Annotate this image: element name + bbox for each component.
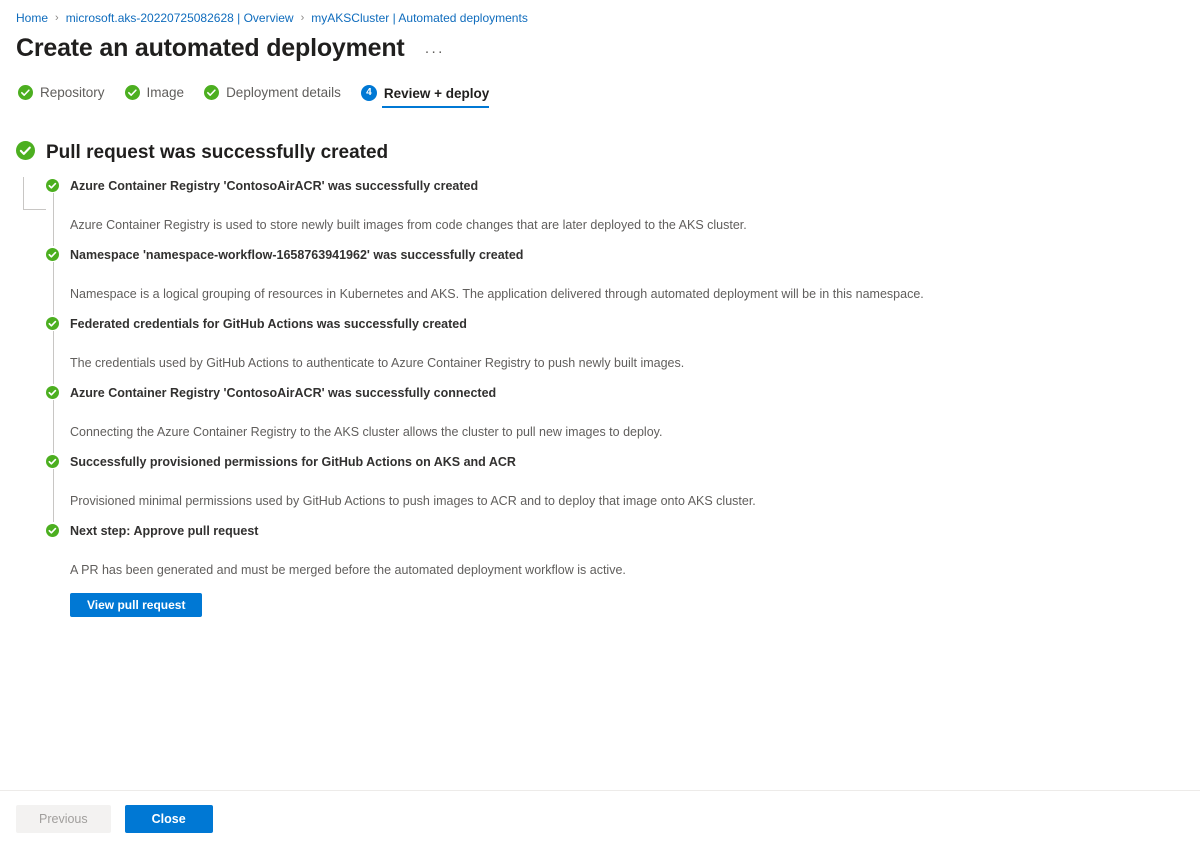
tree-spine: [53, 400, 54, 453]
breadcrumb-item-overview[interactable]: microsoft.aks-20220725082628 | Overview: [66, 10, 294, 26]
tree-spine: [53, 262, 54, 315]
result-item-description: A PR has been generated and must be merg…: [70, 563, 626, 577]
breadcrumb-separator: ›: [300, 11, 305, 24]
results-list: Azure Container Registry 'ContosoAirACR'…: [16, 177, 1200, 629]
breadcrumb: Home › microsoft.aks-20220725082628 | Ov…: [0, 0, 1200, 26]
result-item-title: Next step: Approve pull request: [70, 524, 259, 538]
check-circle-icon: [46, 524, 59, 542]
result-item-title: Namespace 'namespace-workflow-1658763941…: [70, 248, 524, 262]
breadcrumb-item-home[interactable]: Home: [16, 10, 48, 26]
result-item: Azure Container Registry 'ContosoAirACR'…: [46, 177, 1200, 246]
view-pull-request-button[interactable]: View pull request: [70, 593, 203, 617]
results-tree: Azure Container Registry 'ContosoAirACR'…: [0, 177, 1200, 629]
result-item-description: Namespace is a logical grouping of resou…: [70, 287, 924, 301]
check-circle-icon: [16, 141, 35, 165]
tree-spine: [53, 331, 54, 384]
tab-deployment-details[interactable]: Deployment details: [204, 85, 341, 107]
check-circle-icon: [46, 455, 59, 473]
result-item-title: Azure Container Registry 'ContosoAirACR'…: [70, 386, 497, 400]
tab-label: Review + deploy: [383, 85, 490, 101]
step-number-badge: 4: [360, 85, 377, 101]
page-title: Create an automated deployment: [16, 34, 405, 62]
previous-button[interactable]: Previous: [16, 805, 111, 833]
check-circle-icon: [204, 85, 220, 100]
check-circle-icon: [46, 179, 59, 197]
success-heading: Pull request was successfully created: [46, 142, 389, 163]
check-circle-icon: [18, 85, 33, 100]
result-item-title: Azure Container Registry 'ContosoAirACR'…: [70, 179, 479, 193]
breadcrumb-item-automated-deployments[interactable]: myAKSCluster | Automated deployments: [311, 10, 528, 26]
result-item-description: The credentials used by GitHub Actions t…: [70, 356, 685, 370]
tab-review-deploy[interactable]: 4 Review + deploy: [360, 85, 490, 108]
tab-label: Repository: [40, 85, 105, 100]
close-button[interactable]: Close: [124, 805, 213, 833]
result-item-title: Successfully provisioned permissions for…: [70, 455, 516, 469]
result-item: Federated credentials for GitHub Actions…: [46, 315, 1200, 384]
result-item: Namespace 'namespace-workflow-1658763941…: [46, 246, 1200, 315]
result-item-description: Azure Container Registry is used to stor…: [70, 218, 747, 232]
tree-spine: [53, 469, 54, 522]
breadcrumb-separator: ›: [55, 11, 59, 24]
result-item-next-step: Next step: Approve pull request A PR has…: [46, 522, 1200, 629]
result-item: Successfully provisioned permissions for…: [46, 453, 1200, 522]
title-row: Create an automated deployment ···: [0, 26, 1200, 64]
check-circle-icon: [46, 248, 59, 266]
success-header: Pull request was successfully created: [0, 141, 1200, 165]
check-circle-icon: [46, 317, 59, 335]
wizard-footer: Previous Close: [0, 790, 1200, 847]
wizard-tabs: Repository Image Deployment details 4 Re…: [0, 85, 1200, 119]
step-number: 4: [360, 85, 377, 101]
check-circle-icon: [124, 85, 140, 100]
tab-image[interactable]: Image: [124, 85, 185, 107]
tab-repository[interactable]: Repository: [18, 85, 105, 107]
result-item-description: Connecting the Azure Container Registry …: [70, 425, 663, 439]
result-item: Azure Container Registry 'ContosoAirACR'…: [46, 384, 1200, 453]
tab-label: Image: [146, 85, 185, 100]
result-item-title: Federated credentials for GitHub Actions…: [70, 317, 467, 331]
more-options-icon[interactable]: ···: [422, 43, 448, 61]
check-circle-icon: [46, 386, 59, 404]
result-item-description: Provisioned minimal permissions used by …: [70, 494, 756, 508]
tree-spine: [53, 193, 54, 246]
tab-label: Deployment details: [226, 85, 341, 100]
